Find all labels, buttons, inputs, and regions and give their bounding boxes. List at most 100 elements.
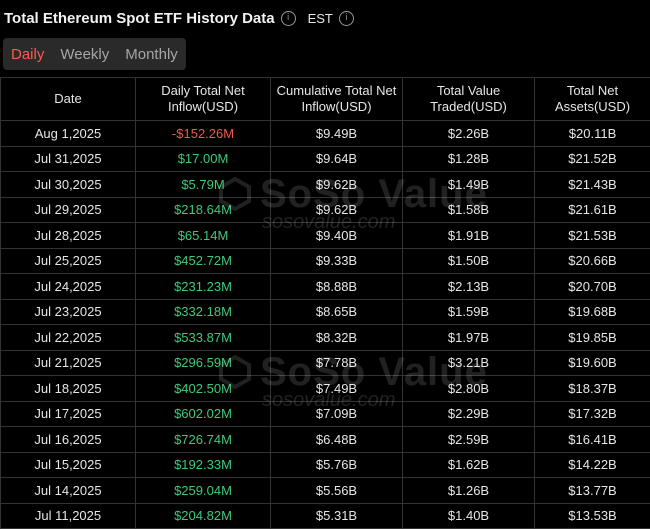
table-row: Jul 28,2025$65.14M$9.40B$1.91B$21.53B	[1, 223, 650, 249]
header: Total Ethereum Spot ETF History Data i E…	[0, 0, 650, 36]
table-row: Jul 25,2025$452.72M$9.33B$1.50B$20.66B	[1, 248, 650, 274]
table-row: Jul 18,2025$402.50M$7.49B$2.80B$18.37B	[1, 376, 650, 402]
cell-date: Jul 23,2025	[1, 299, 136, 325]
cell-net-inflow: $332.18M	[136, 299, 271, 325]
cell-cumulative: $6.48B	[271, 427, 403, 453]
cell-date: Jul 11,2025	[1, 503, 136, 529]
table-row: Jul 22,2025$533.87M$8.32B$1.97B$19.85B	[1, 325, 650, 351]
cell-traded: $2.59B	[403, 427, 535, 453]
cell-cumulative: $5.56B	[271, 478, 403, 504]
cell-cumulative: $9.64B	[271, 146, 403, 172]
cell-date: Jul 15,2025	[1, 452, 136, 478]
cell-assets: $21.52B	[535, 146, 650, 172]
cell-date: Jul 31,2025	[1, 146, 136, 172]
cell-assets: $13.77B	[535, 478, 650, 504]
cell-cumulative: $9.49B	[271, 121, 403, 147]
column-header-traded[interactable]: Total Value Traded(USD)	[403, 78, 535, 121]
cell-assets: $17.32B	[535, 401, 650, 427]
table-row: Jul 21,2025$296.59M$7.78B$3.21B$19.60B	[1, 350, 650, 376]
table-header-row: Date Daily Total Net Inflow(USD) Cumulat…	[1, 78, 650, 121]
cell-assets: $21.43B	[535, 172, 650, 198]
cell-traded: $1.91B	[403, 223, 535, 249]
table-row: Jul 15,2025$192.33M$5.76B$1.62B$14.22B	[1, 452, 650, 478]
info-circle-icon[interactable]: i	[339, 11, 354, 26]
cell-traded: $1.62B	[403, 452, 535, 478]
tab-monthly[interactable]: Monthly	[117, 46, 186, 63]
cell-traded: $1.40B	[403, 503, 535, 529]
table-row: Jul 17,2025$602.02M$7.09B$2.29B$17.32B	[1, 401, 650, 427]
cell-cumulative: $5.31B	[271, 503, 403, 529]
cell-net-inflow: -$152.26M	[136, 121, 271, 147]
cell-cumulative: $9.62B	[271, 197, 403, 223]
tab-daily[interactable]: Daily	[3, 46, 52, 63]
period-tabs: Daily Weekly Monthly	[3, 38, 186, 70]
cell-date: Jul 24,2025	[1, 274, 136, 300]
cell-date: Jul 25,2025	[1, 248, 136, 274]
cell-net-inflow: $259.04M	[136, 478, 271, 504]
table-row: Jul 29,2025$218.64M$9.62B$1.58B$21.61B	[1, 197, 650, 223]
cell-assets: $20.70B	[535, 274, 650, 300]
cell-assets: $20.11B	[535, 121, 650, 147]
column-header-date[interactable]: Date	[1, 78, 136, 121]
cell-date: Jul 21,2025	[1, 350, 136, 376]
cell-net-inflow: $65.14M	[136, 223, 271, 249]
tab-weekly[interactable]: Weekly	[52, 46, 117, 63]
cell-traded: $2.13B	[403, 274, 535, 300]
cell-net-inflow: $726.74M	[136, 427, 271, 453]
table-row: Jul 16,2025$726.74M$6.48B$2.59B$16.41B	[1, 427, 650, 453]
cell-date: Jul 17,2025	[1, 401, 136, 427]
cell-net-inflow: $5.79M	[136, 172, 271, 198]
cell-date: Jul 18,2025	[1, 376, 136, 402]
cell-cumulative: $9.33B	[271, 248, 403, 274]
cell-net-inflow: $533.87M	[136, 325, 271, 351]
cell-traded: $1.50B	[403, 248, 535, 274]
cell-traded: $3.21B	[403, 350, 535, 376]
column-header-assets[interactable]: Total Net Assets(USD)	[535, 78, 650, 121]
cell-traded: $2.80B	[403, 376, 535, 402]
table-row: Jul 30,2025$5.79M$9.62B$1.49B$21.43B	[1, 172, 650, 198]
cell-traded: $2.29B	[403, 401, 535, 427]
cell-net-inflow: $602.02M	[136, 401, 271, 427]
cell-assets: $21.53B	[535, 223, 650, 249]
cell-net-inflow: $296.59M	[136, 350, 271, 376]
cell-assets: $21.61B	[535, 197, 650, 223]
cell-cumulative: $8.88B	[271, 274, 403, 300]
cell-cumulative: $7.78B	[271, 350, 403, 376]
cell-net-inflow: $17.00M	[136, 146, 271, 172]
cell-cumulative: $7.49B	[271, 376, 403, 402]
table-row: Jul 23,2025$332.18M$8.65B$1.59B$19.68B	[1, 299, 650, 325]
cell-date: Jul 29,2025	[1, 197, 136, 223]
cell-assets: $19.85B	[535, 325, 650, 351]
cell-net-inflow: $402.50M	[136, 376, 271, 402]
cell-cumulative: $8.32B	[271, 325, 403, 351]
cell-traded: $1.59B	[403, 299, 535, 325]
info-circle-icon[interactable]: i	[281, 11, 296, 26]
etf-history-table: Date Daily Total Net Inflow(USD) Cumulat…	[0, 77, 650, 529]
cell-net-inflow: $204.82M	[136, 503, 271, 529]
table-row: Jul 31,2025$17.00M$9.64B$1.28B$21.52B	[1, 146, 650, 172]
cell-traded: $1.49B	[403, 172, 535, 198]
cell-traded: $1.97B	[403, 325, 535, 351]
cell-date: Jul 28,2025	[1, 223, 136, 249]
cell-assets: $18.37B	[535, 376, 650, 402]
cell-traded: $1.28B	[403, 146, 535, 172]
cell-net-inflow: $218.64M	[136, 197, 271, 223]
cell-net-inflow: $452.72M	[136, 248, 271, 274]
cell-assets: $14.22B	[535, 452, 650, 478]
cell-traded: $1.58B	[403, 197, 535, 223]
table-row: Aug 1,2025-$152.26M$9.49B$2.26B$20.11B	[1, 121, 650, 147]
cell-cumulative: $9.62B	[271, 172, 403, 198]
cell-assets: $13.53B	[535, 503, 650, 529]
cell-date: Jul 16,2025	[1, 427, 136, 453]
timezone-label: EST	[308, 11, 333, 26]
cell-date: Aug 1,2025	[1, 121, 136, 147]
page-title: Total Ethereum Spot ETF History Data	[4, 10, 275, 27]
cell-cumulative: $8.65B	[271, 299, 403, 325]
cell-date: Jul 30,2025	[1, 172, 136, 198]
cell-traded: $2.26B	[403, 121, 535, 147]
cell-traded: $1.26B	[403, 478, 535, 504]
cell-date: Jul 22,2025	[1, 325, 136, 351]
cell-assets: $20.66B	[535, 248, 650, 274]
column-header-net-inflow[interactable]: Daily Total Net Inflow(USD)	[136, 78, 271, 121]
column-header-cumulative[interactable]: Cumulative Total Net Inflow(USD)	[271, 78, 403, 121]
